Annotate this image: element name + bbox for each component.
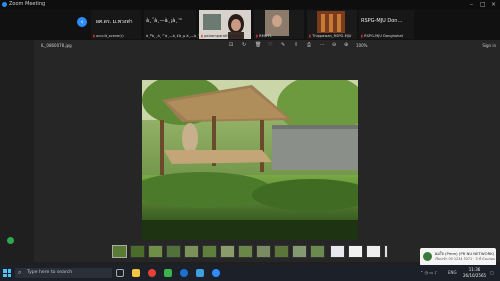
notification-icon[interactable]: ▢ <box>490 270 494 275</box>
toast-subtitle: เรียกเข้า 09 1234 5371 · 3 ชั่วโมงก่อน <box>435 257 495 261</box>
thumbnail[interactable] <box>256 245 271 258</box>
thumbnail[interactable] <box>292 245 307 258</box>
participant-name: ▮ RMUTL <box>256 34 272 38</box>
window-titlebar: Zoom Meeting – □ × <box>0 0 500 9</box>
search-placeholder: Type here to search <box>27 270 73 275</box>
edit-icon[interactable]: ✎ <box>281 42 285 48</box>
main-photo <box>142 80 358 240</box>
avatar <box>423 252 432 261</box>
taskbar: ⌕ Type here to search ⌃ ◷ ▭ ♪ ENG 11:36 … <box>0 265 500 281</box>
zoom-out-icon[interactable]: ⊖ <box>332 42 336 48</box>
minimize-button[interactable]: – <box>470 1 473 8</box>
clock[interactable]: 11:36 26/10/2565 <box>463 267 486 279</box>
thumbnail[interactable] <box>130 245 145 258</box>
participant-tile[interactable]: à¸ˆà¸—à¸¡à¸™ à¸ªà¸¸à¸™à¸—à¸£à¸µ à¸—à¸° <box>144 10 200 39</box>
edge-icon[interactable] <box>180 269 188 277</box>
thumbnail[interactable] <box>384 245 388 258</box>
participant-initials: RSPG-MJU Don… <box>361 18 403 24</box>
participant-tile-video[interactable]: ▮ pairamparathamrithy <box>199 10 251 39</box>
prev-page-button[interactable]: ‹ <box>77 17 87 27</box>
print-icon[interactable]: ⎙ <box>307 42 311 48</box>
participant-name: ▮ RSPG-MJU Donghahat <box>361 34 403 38</box>
thumbnail[interactable] <box>238 245 253 258</box>
clock-date: 26/10/2565 <box>463 273 487 278</box>
sign-in-link[interactable]: Sign in <box>482 43 496 48</box>
crop-icon[interactable]: ⊡ <box>229 42 233 48</box>
thumbnail-selected[interactable] <box>112 245 127 258</box>
chrome-icon[interactable] <box>148 269 156 277</box>
share-icon[interactable]: ⇪ <box>294 42 298 48</box>
thumbnail[interactable] <box>184 245 199 258</box>
notification-toast[interactable]: ผมใจ (Pmm) (PR NU NETWORK) เรียกเข้า 09 … <box>420 248 496 266</box>
maximize-button[interactable]: □ <box>480 1 486 8</box>
search-icon: ⌕ <box>18 269 22 276</box>
zoom-taskbar-icon[interactable] <box>212 269 220 277</box>
thumbnail[interactable] <box>274 245 289 258</box>
photo-viewer-toolbar: IL_0860078.jpg ⊡ ↻ 🗑 ♡ ✎ ⇪ ⎙ ⋯ ⊖ ⊕ 100% … <box>34 40 500 50</box>
delete-icon[interactable]: 🗑 <box>255 42 261 48</box>
zoom-in-icon[interactable]: ⊕ <box>344 42 348 48</box>
participant-name: ▮ occult_scene(r) <box>93 34 124 38</box>
participant-name: ▮ Thippawan_RSPG-MJU <box>309 34 352 38</box>
favorite-icon[interactable]: ♡ <box>268 42 272 48</box>
system-tray-icons[interactable]: ⌃ ◷ ▭ ♪ <box>420 270 437 275</box>
close-button[interactable]: × <box>491 1 496 8</box>
line-app-icon[interactable] <box>164 269 172 277</box>
thumbnail[interactable] <box>166 245 181 258</box>
thumbnail[interactable] <box>148 245 163 258</box>
file-explorer-icon[interactable] <box>132 269 140 277</box>
participant-name: à¸ªà¸¸à¸™à¸—à¸£à¸µ à¸—à¸° <box>146 34 200 38</box>
store-icon[interactable] <box>196 269 204 277</box>
rotate-icon[interactable]: ↻ <box>242 42 246 48</box>
windows-start-icon[interactable] <box>3 269 11 277</box>
participant-tile[interactable]: RSPG-MJU Don… ▮ RSPG-MJU Donghahat <box>359 10 414 39</box>
window-title: Zoom Meeting <box>9 1 46 7</box>
thumbnail[interactable] <box>330 245 345 258</box>
more-icon[interactable]: ⋯ <box>320 42 325 48</box>
file-name: IL_0860078.jpg <box>41 43 72 48</box>
participant-tile-video[interactable]: ▮ Thippawan_RSPG-MJU <box>307 10 357 39</box>
task-view-icon[interactable] <box>116 269 124 277</box>
zoom-level: 100% <box>356 43 368 48</box>
participant-initials: ผศ.ดร. ม.พวงฟา <box>96 19 133 25</box>
zoom-logo-icon <box>2 2 7 7</box>
qr-thumbnail[interactable] <box>366 245 381 258</box>
language-indicator[interactable]: ENG <box>448 270 457 275</box>
qr-thumbnail[interactable] <box>348 245 363 258</box>
participant-initials: à¸ˆà¸—à¸¡à¸™ <box>146 18 183 24</box>
taskbar-search[interactable]: ⌕ Type here to search <box>15 268 112 278</box>
participant-tile[interactable]: ผศ.ดร. ม.พวงฟา ▮ occult_scene(r) <box>91 10 141 39</box>
participant-name: ▮ pairamparathamrithy <box>201 34 243 38</box>
thumbnail[interactable] <box>220 245 235 258</box>
phone-icon[interactable] <box>7 237 14 244</box>
participant-tile-video[interactable]: ▮ RMUTL <box>254 10 304 39</box>
thumbnail[interactable] <box>310 245 325 258</box>
thumbnail[interactable] <box>202 245 217 258</box>
